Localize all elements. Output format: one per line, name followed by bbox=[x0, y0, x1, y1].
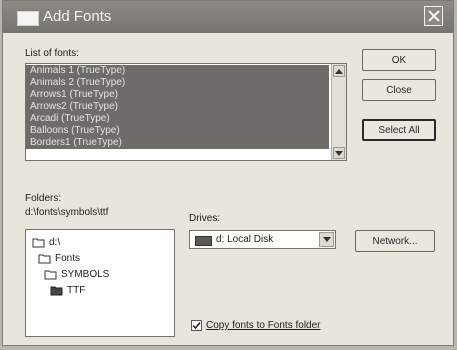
copy-fonts-checkbox[interactable] bbox=[191, 320, 202, 331]
chevron-down-icon bbox=[322, 237, 331, 242]
scroll-up-button[interactable] bbox=[333, 65, 345, 77]
open-folder-icon bbox=[44, 270, 57, 279]
tree-item-label: d:\ bbox=[49, 237, 61, 248]
tree-item-label: TTF bbox=[67, 285, 86, 296]
fonts-list-scrollbar[interactable] bbox=[331, 64, 346, 160]
font-item[interactable]: Animals 1 (TrueType) bbox=[26, 65, 329, 77]
title-bar[interactable]: Add Fonts bbox=[3, 1, 453, 33]
drives-value: d: Local Disk bbox=[216, 234, 274, 245]
font-item[interactable]: Balloons (TrueType) bbox=[26, 125, 329, 137]
drives-label: Drives: bbox=[189, 213, 221, 224]
tree-item-drive[interactable]: d:\ bbox=[32, 237, 60, 248]
scroll-down-button[interactable] bbox=[333, 147, 345, 159]
tree-item-ttf[interactable]: TTF bbox=[50, 285, 85, 296]
close-icon bbox=[427, 10, 440, 22]
tree-item-label: Fonts bbox=[55, 253, 81, 264]
folder-path: d:\fonts\symbols\ttf bbox=[25, 207, 109, 218]
open-folder-icon bbox=[32, 238, 45, 247]
font-item[interactable]: Arrows2 (TrueType) bbox=[26, 101, 329, 113]
disk-drive-icon bbox=[195, 236, 212, 246]
font-item[interactable]: Arrows1 (TrueType) bbox=[26, 89, 329, 101]
font-item[interactable]: Borders1 (TrueType) bbox=[26, 137, 329, 149]
drives-dropdown-arrow[interactable] bbox=[319, 232, 334, 247]
drives-dropdown[interactable]: d: Local Disk bbox=[189, 230, 336, 249]
tree-item-symbols[interactable]: SYMBOLS bbox=[44, 269, 109, 280]
tree-item-label: SYMBOLS bbox=[61, 269, 110, 280]
ok-button[interactable]: OK bbox=[362, 49, 436, 71]
chevron-up-icon bbox=[335, 68, 343, 74]
add-fonts-dialog: Add Fonts List of fonts: Animals 1 (True… bbox=[2, 0, 454, 346]
folders-label: Folders: bbox=[25, 193, 62, 204]
close-button[interactable]: Close bbox=[362, 79, 436, 101]
select-all-button[interactable]: Select All bbox=[362, 119, 436, 141]
fonts-list-label: List of fonts: bbox=[25, 48, 79, 59]
folders-tree[interactable]: d:\ Fonts SYMBOLS TTF bbox=[25, 229, 175, 337]
font-item[interactable]: Animals 2 (TrueType) bbox=[26, 77, 329, 89]
open-folder-icon bbox=[38, 254, 51, 263]
open-folder-icon bbox=[50, 286, 63, 295]
fonts-list[interactable]: Animals 1 (TrueType) Animals 2 (TrueType… bbox=[25, 63, 347, 161]
font-item[interactable]: Arcadi (TrueType) bbox=[26, 113, 329, 125]
close-window-button[interactable] bbox=[424, 6, 443, 26]
chevron-down-icon bbox=[335, 150, 343, 156]
window-icon bbox=[17, 11, 39, 26]
tree-item-fonts[interactable]: Fonts bbox=[38, 253, 80, 264]
copy-fonts-label[interactable]: Copy fonts to Fonts folder bbox=[206, 320, 321, 331]
window-title: Add Fonts bbox=[43, 8, 112, 25]
network-button[interactable]: Network... bbox=[355, 230, 435, 252]
checkmark-icon bbox=[192, 322, 201, 330]
